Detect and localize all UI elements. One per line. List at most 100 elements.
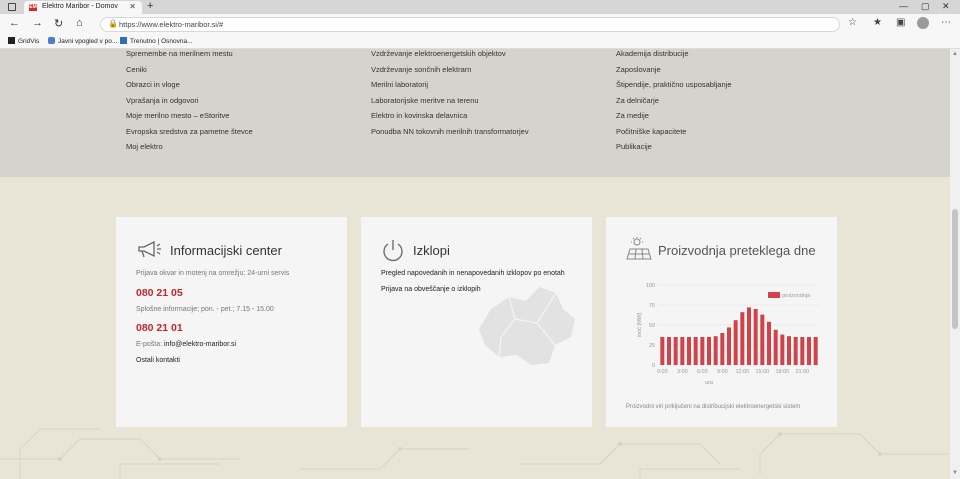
footer-link[interactable]: Zaposlovanje <box>616 65 732 81</box>
chart-bar <box>733 320 738 365</box>
bookmark-item[interactable]: Javni vpogled v po... <box>48 37 117 45</box>
footer-column-company: Akademija distribucije Zaposlovanje Štip… <box>616 49 732 158</box>
footer-link[interactable]: Ponudba NN tokovnih merilnih transformat… <box>371 127 529 143</box>
address-url[interactable]: https://www.elektro-maribor.si/# <box>119 20 223 29</box>
footer-link[interactable]: Za medije <box>616 111 732 127</box>
footer-link[interactable]: Evropska sredstva za pametne števce <box>126 127 253 143</box>
x-tick-label: 21:00 <box>795 369 809 375</box>
bookmark-item[interactable]: Trenutno | Osnovna... <box>120 37 193 45</box>
fault-phone[interactable]: 080 21 05 <box>136 287 183 299</box>
y-axis-label: moč [MW] <box>637 312 643 337</box>
chart-bar <box>740 312 745 365</box>
scroll-down-icon[interactable]: ▼ <box>952 470 958 476</box>
chart-bar <box>807 337 811 365</box>
bookmark-item[interactable]: GridVis <box>8 37 39 45</box>
footer-column-maintenance: Vzdrževanje elektroenergetskih objektov … <box>371 49 529 142</box>
footer-link[interactable]: Spremembe na merilnem mestu <box>126 49 253 65</box>
collections-icon[interactable]: ▣ <box>896 17 905 28</box>
production-card: Proizvodnja preteklega dne 0 25 50 75 100 moč… <box>606 217 837 427</box>
site-favicon-icon: EM <box>29 4 37 11</box>
close-tab-icon[interactable]: ✕ <box>129 2 136 11</box>
chart-bar <box>713 336 718 365</box>
footer-link[interactable]: Počitniške kapacitete <box>616 127 732 143</box>
tab-actions-icon[interactable] <box>8 3 16 11</box>
home-icon[interactable]: ⌂ <box>76 17 83 29</box>
legend-label: proizvodnja <box>782 293 811 299</box>
page-viewport: Spremembe na merilnem mestu Ceniki Obraz… <box>0 49 950 479</box>
chart-bar <box>767 321 771 365</box>
add-favorite-icon[interactable]: ☆ <box>848 17 857 28</box>
y-tick-label: 0 <box>652 363 655 369</box>
chart-bar <box>660 337 665 365</box>
footer-link[interactable]: Merilni laboratorij <box>371 80 529 96</box>
footer-link[interactable]: Elektro in kovinska delavnica <box>371 111 529 127</box>
outages-overview-link[interactable]: Pregled napovedanih in nenapovedanih izk… <box>381 270 565 277</box>
scroll-up-icon[interactable]: ▲ <box>952 51 958 57</box>
profile-avatar[interactable] <box>917 17 929 29</box>
general-label: Splošne informacije; pon. - pet.; 7.15 -… <box>136 306 274 313</box>
chart-bar <box>747 307 751 365</box>
x-tick-label: 6:00 <box>697 369 708 375</box>
card-title: Informacijski center <box>170 243 282 258</box>
chart-bar <box>760 314 765 365</box>
refresh-icon[interactable]: ↻ <box>54 17 63 30</box>
email-label: E-pošta: <box>136 341 163 348</box>
footer-link[interactable]: Ceniki <box>126 65 253 81</box>
tab-title: Elektro Maribor - Domov <box>42 3 118 10</box>
lock-icon[interactable]: 🔒 <box>108 19 118 28</box>
footer-link[interactable]: Moj elektro <box>126 142 253 158</box>
more-icon[interactable]: ⋯ <box>941 17 951 28</box>
chart-bar <box>753 309 758 365</box>
x-axis-label: ura <box>705 380 714 386</box>
new-tab-icon[interactable]: + <box>147 0 153 12</box>
footer-link[interactable]: Vzdrževanje elektroenergetskih objektov <box>371 49 529 65</box>
info-center-card: Informacijski center Prijava okvar in mo… <box>116 217 347 427</box>
chart-bar <box>787 336 791 365</box>
solar-panel-icon <box>626 237 652 260</box>
page-scrollbar[interactable]: ▲ ▼ <box>950 49 960 479</box>
chart-bar <box>700 337 705 365</box>
x-tick-label: 18:00 <box>775 369 789 375</box>
footer-link[interactable]: Publikacije <box>616 142 732 158</box>
footer-link[interactable]: Vprašanja in odgovori <box>126 96 253 112</box>
chart-bar <box>693 337 698 365</box>
fault-label: Prijava okvar in motenj na omrežju; 24-u… <box>136 270 290 277</box>
footer-link[interactable]: Akademija distribucije <box>616 49 732 65</box>
close-window-icon[interactable]: ✕ <box>942 1 950 12</box>
chart-bar <box>800 337 805 365</box>
production-chart: 0 25 50 75 100 moč [MW] 0:00 3:00 6:00 9:00 12:00 1… <box>637 283 819 386</box>
chart-bar <box>673 337 678 365</box>
scrollbar-thumb[interactable] <box>952 209 958 329</box>
back-icon[interactable]: ← <box>9 17 20 29</box>
y-tick-label: 25 <box>649 343 655 349</box>
minimize-icon[interactable]: — <box>899 1 908 11</box>
browser-toolbar: ← → ↻ ⌂ 🔒 https://www.elektro-maribor.si… <box>0 14 960 35</box>
email-link[interactable]: info@elektro-maribor.si <box>164 341 236 348</box>
restore-icon[interactable]: ▢ <box>921 1 930 12</box>
footer-link[interactable]: Moje merilno mesto – eStoritve <box>126 111 253 127</box>
forward-icon[interactable]: → <box>32 17 43 29</box>
chart-bar <box>727 327 731 365</box>
chart-bar <box>773 329 778 365</box>
other-contacts-link[interactable]: Ostali kontakti <box>136 357 180 364</box>
footer-link[interactable]: Vzdrževanje sončnih elektrarn <box>371 65 529 81</box>
footer-links: Spremembe na merilnem mestu Ceniki Obraz… <box>0 49 950 177</box>
power-icon <box>383 240 403 262</box>
chart-bar <box>793 337 798 365</box>
browser-tab[interactable]: EM Elektro Maribor - Domov ✕ <box>24 1 142 14</box>
footer-link[interactable]: Za delničarje <box>616 96 732 112</box>
info-section: Informacijski center Prijava okvar in mo… <box>0 177 950 479</box>
general-phone[interactable]: 080 21 01 <box>136 322 183 334</box>
footer-link[interactable]: Laboratorijske meritve na terenu <box>371 96 529 112</box>
x-tick-label: 3:00 <box>677 369 688 375</box>
outages-subscribe-link[interactable]: Prijava na obveščanje o izklopih <box>381 286 481 293</box>
favorites-icon[interactable]: ★ <box>873 17 882 28</box>
footer-link[interactable]: Štipendije, praktično usposabljanje <box>616 80 732 96</box>
chart-bar <box>813 337 818 365</box>
card-title: Izklopi <box>413 243 450 258</box>
address-bar[interactable]: 🔒 https://www.elektro-maribor.si/# <box>100 17 840 32</box>
footer-link[interactable]: Obrazci in vloge <box>126 80 253 96</box>
x-tick-label: 15:00 <box>755 369 769 375</box>
y-tick-label: 50 <box>649 323 655 329</box>
chart-bar <box>707 337 711 365</box>
